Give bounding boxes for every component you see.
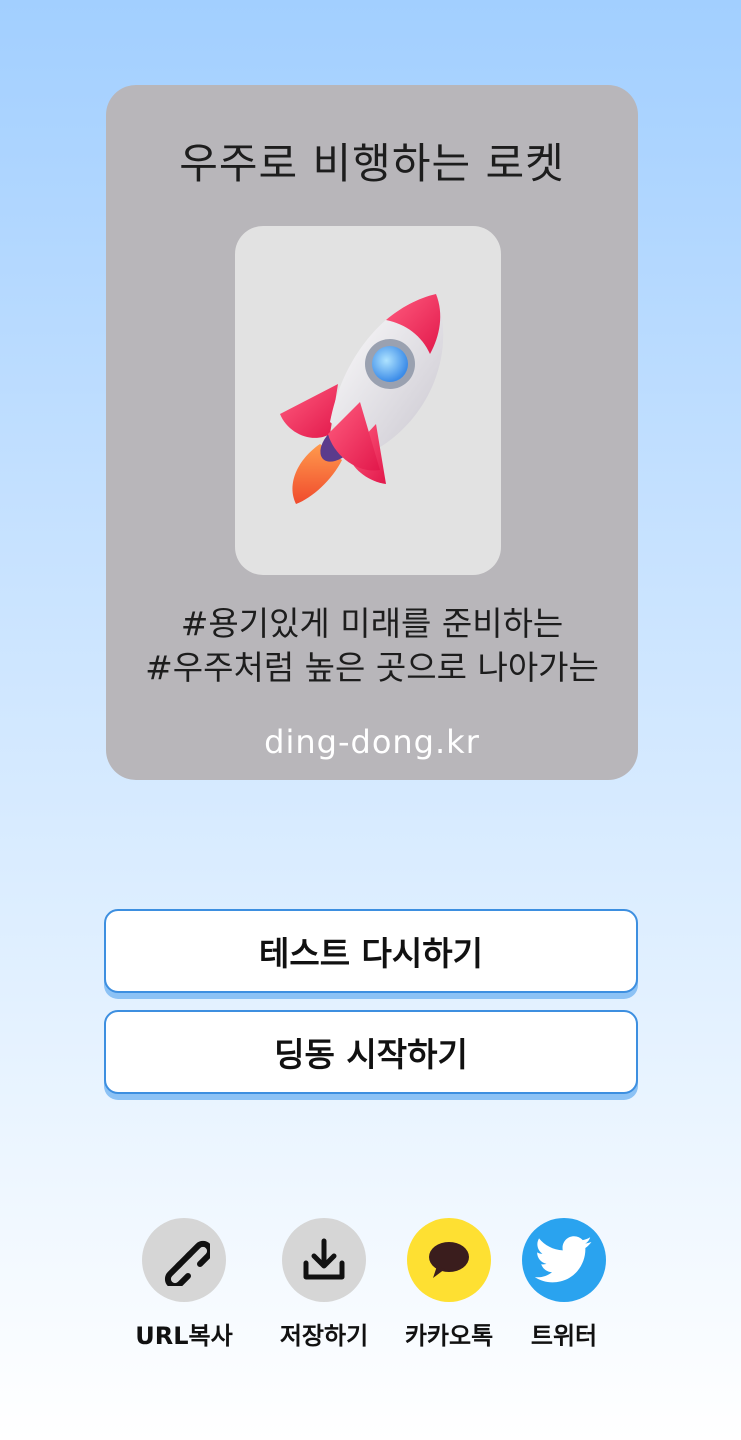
share-bar: URL복사 저장하기 카카오톡 트위터	[132, 1218, 622, 1358]
tag-line: #우주처럼 높은 곳으로 나아가는	[145, 648, 599, 687]
result-image-frame	[235, 226, 501, 575]
site-watermark: ding-dong.kr	[264, 723, 480, 761]
share-url-copy-circle[interactable]	[142, 1218, 226, 1302]
retry-test-button[interactable]: 테스트 다시하기	[104, 909, 638, 993]
result-title: 우주로 비행하는 로켓	[179, 139, 565, 188]
share-twitter[interactable]: 트위터	[502, 1218, 626, 1351]
share-twitter-label: 트위터	[530, 1322, 598, 1350]
share-kakaotalk-circle[interactable]	[407, 1218, 491, 1302]
share-twitter-circle[interactable]	[522, 1218, 606, 1302]
share-save[interactable]: 저장하기	[262, 1218, 386, 1351]
result-tags: #용기있게 미래를 준비하는 #우주처럼 높은 곳으로 나아가는	[106, 602, 638, 690]
share-url-copy-label: URL복사	[135, 1322, 233, 1350]
rocket-icon	[280, 294, 444, 504]
kakaotalk-icon	[429, 1242, 469, 1278]
share-kakaotalk-label: 카카오톡	[404, 1322, 494, 1350]
download-icon	[303, 1238, 345, 1280]
link-icon	[164, 1240, 210, 1286]
share-kakaotalk[interactable]: 카카오톡	[387, 1218, 511, 1351]
start-dingdong-button[interactable]: 딩동 시작하기	[104, 1010, 638, 1094]
result-card: 우주로 비행하는 로켓 #용기있게 미래를 준비하는 #우주처럼 높은 곳으로 …	[106, 85, 638, 780]
share-save-circle[interactable]	[282, 1218, 366, 1302]
tag-line: #용기있게 미래를 준비하는	[180, 604, 564, 643]
share-url-copy[interactable]: URL복사	[122, 1218, 246, 1351]
twitter-icon	[535, 1236, 592, 1283]
share-save-label: 저장하기	[279, 1322, 369, 1350]
